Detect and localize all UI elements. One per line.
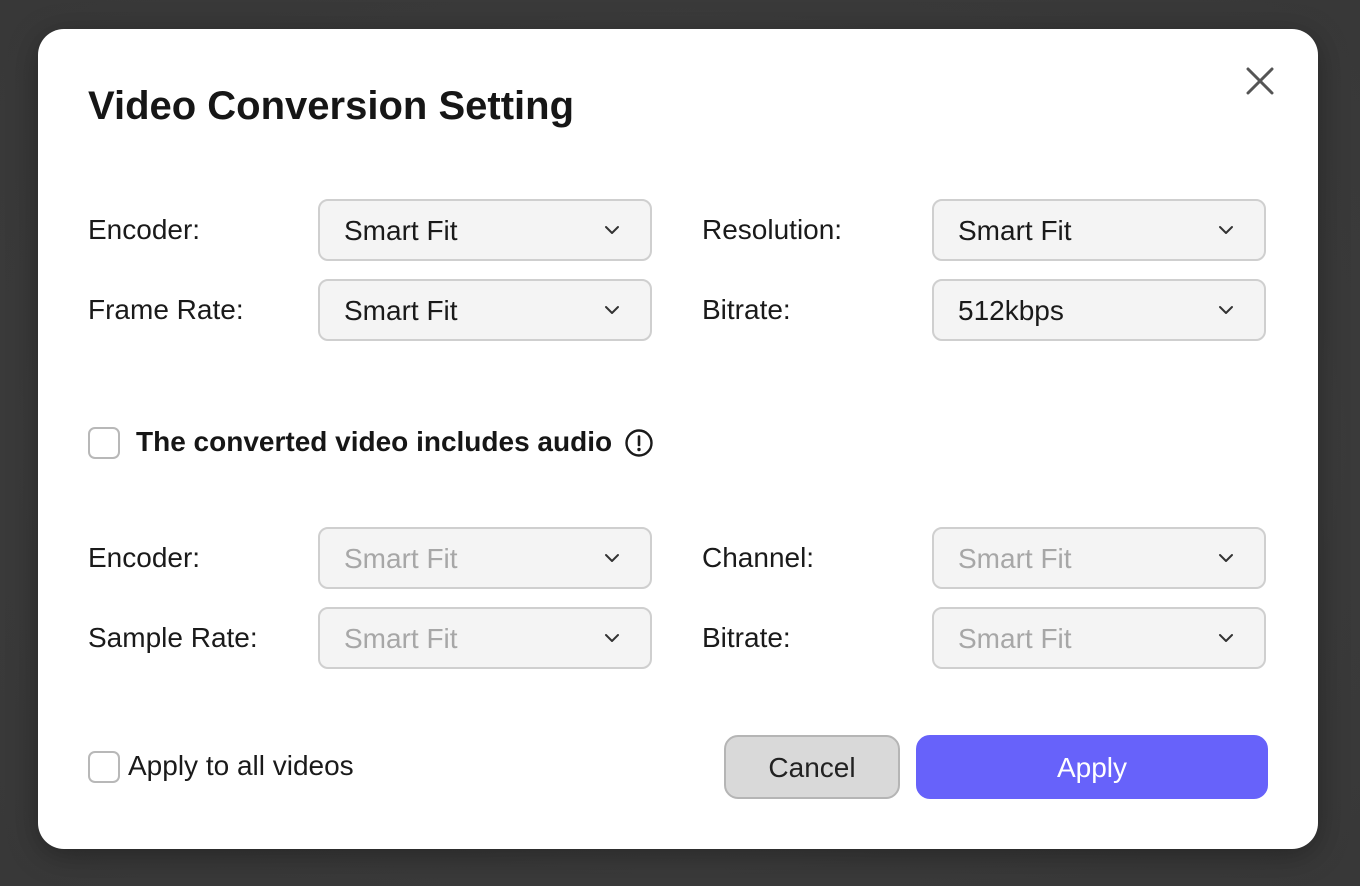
apply-all-checkbox[interactable] xyxy=(88,751,120,783)
video-resolution-label: Resolution: xyxy=(702,214,843,245)
video-bitrate-value: 512kbps xyxy=(958,295,1064,326)
video-encoder-value: Smart Fit xyxy=(344,215,458,246)
info-icon[interactable] xyxy=(624,428,654,458)
close-button[interactable] xyxy=(1238,59,1282,103)
chevron-down-icon xyxy=(605,634,619,642)
apply-all-label: Apply to all videos xyxy=(128,750,354,781)
audio-encoder-value: Smart Fit xyxy=(344,543,458,574)
chevron-down-icon xyxy=(1219,634,1233,642)
audio-sample-rate-label: Sample Rate: xyxy=(88,622,258,653)
video-frame-rate-value: Smart Fit xyxy=(344,295,458,326)
video-bitrate-label: Bitrate: xyxy=(702,294,791,325)
video-frame-rate-select[interactable]: Smart Fit xyxy=(318,279,652,341)
close-icon xyxy=(1246,67,1274,95)
audio-sample-rate-select[interactable]: Smart Fit xyxy=(318,607,652,669)
cancel-button[interactable]: Cancel xyxy=(724,735,900,799)
video-encoder-select[interactable]: Smart Fit xyxy=(318,199,652,261)
chevron-down-icon xyxy=(1219,226,1233,234)
video-frame-rate-label: Frame Rate: xyxy=(88,294,244,325)
apply-button[interactable]: Apply xyxy=(916,735,1268,799)
audio-channel-select[interactable]: Smart Fit xyxy=(932,527,1266,589)
audio-channel-label: Channel: xyxy=(702,542,815,573)
video-conversion-dialog: Video Conversion Setting Encoder: Smart … xyxy=(38,29,1318,849)
audio-bitrate-select[interactable]: Smart Fit xyxy=(932,607,1266,669)
video-bitrate-select[interactable]: 512kbps xyxy=(932,279,1266,341)
dialog-title: Video Conversion Setting xyxy=(88,84,574,128)
audio-sample-rate-value: Smart Fit xyxy=(344,623,458,654)
chevron-down-icon xyxy=(1219,306,1233,314)
audio-bitrate-label: Bitrate: xyxy=(702,622,791,653)
chevron-down-icon xyxy=(605,226,619,234)
audio-encoder-label: Encoder: xyxy=(88,542,201,573)
video-resolution-select[interactable]: Smart Fit xyxy=(932,199,1266,261)
include-audio-checkbox[interactable] xyxy=(88,427,120,459)
chevron-down-icon xyxy=(605,306,619,314)
chevron-down-icon xyxy=(605,554,619,562)
audio-encoder-select[interactable]: Smart Fit xyxy=(318,527,652,589)
audio-bitrate-value: Smart Fit xyxy=(958,623,1072,654)
include-audio-label: The converted video includes audio xyxy=(136,426,613,457)
video-encoder-label: Encoder: xyxy=(88,214,201,245)
video-resolution-value: Smart Fit xyxy=(958,215,1072,246)
audio-channel-value: Smart Fit xyxy=(958,543,1072,574)
chevron-down-icon xyxy=(1219,554,1233,562)
